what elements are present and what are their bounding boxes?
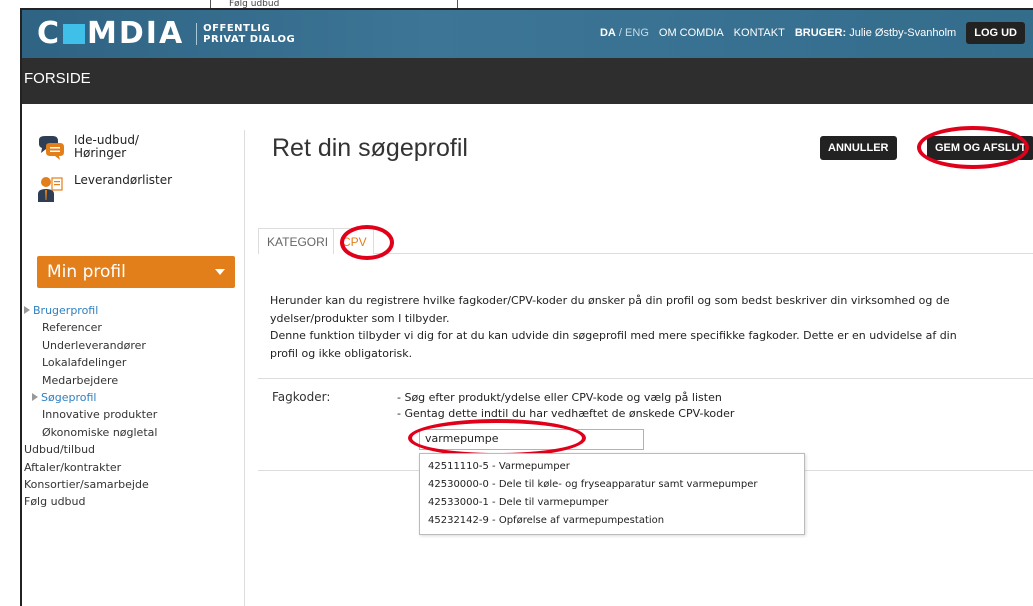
triangle-right-icon	[32, 393, 38, 402]
sidebar-item-folg-udbud[interactable]: Følg udbud	[24, 493, 157, 510]
suggestion-item[interactable]: 42511110-5 - Varmepumper	[420, 458, 804, 476]
comdia-logo[interactable]: C MDIA OFFENTLIG PRIVAT DIALOG	[37, 16, 295, 51]
sidebar-item-lokalafdelinger[interactable]: Lokalafdelinger	[24, 354, 157, 371]
description-text: Herunder kan du registrere hvilke fagkod…	[270, 294, 957, 360]
background-window-tab: Følg udbud	[210, 0, 458, 8]
suggestion-item[interactable]: 42533000-1 - Dele til varmepumper	[420, 494, 804, 512]
main-menu-bar: FORSIDE	[22, 58, 1033, 104]
sidebar-item-aftaler-kontrakter[interactable]: Aftaler/kontrakter	[24, 459, 157, 476]
logo-wordmark: C MDIA	[37, 16, 185, 51]
cancel-button[interactable]: ANNULLER	[820, 136, 897, 160]
chat-bubbles-icon	[36, 134, 66, 164]
autocomplete-dropdown: 42511110-5 - Varmepumper 42530000-0 - De…	[419, 453, 805, 535]
person-list-icon	[36, 174, 66, 204]
profile-menu: Brugerprofil Referencer Underleverandøre…	[24, 302, 157, 511]
lang-da-link[interactable]: DA	[600, 27, 616, 39]
instructions: - Søg efter produkt/ydelse eller CPV-kod…	[397, 391, 735, 420]
min-profil-dropdown[interactable]: Min profil	[37, 256, 235, 288]
sidebar-divider	[244, 130, 245, 606]
kontakt-link[interactable]: KONTAKT	[734, 27, 785, 39]
highlight-circle-save	[917, 126, 1029, 169]
sidebar-item-brugerprofil[interactable]: Brugerprofil	[24, 302, 157, 319]
forside-link[interactable]: FORSIDE	[24, 70, 91, 87]
sidebar-item-medarbejdere[interactable]: Medarbejdere	[24, 372, 157, 389]
suggestion-item[interactable]: 45232142-9 - Opførelse af varmepumpestat…	[420, 512, 804, 530]
tab-kategori[interactable]: KATEGORI	[258, 228, 334, 254]
browser-window: C MDIA OFFENTLIG PRIVAT DIALOG DA / ENG O…	[20, 8, 1033, 606]
sidebar: Ide-udbud/Høringer Leverandørlister Min …	[22, 104, 252, 606]
triangle-right-icon	[24, 306, 30, 314]
main-content: Ret din søgeprofil ANNULLER GEM OG AFSLU…	[256, 104, 1033, 606]
page-title: Ret din søgeprofil	[272, 134, 468, 162]
fagkoder-label: Fagkoder:	[272, 390, 331, 404]
lang-eng-link[interactable]: ENG	[625, 27, 649, 39]
sidebar-item-referencer[interactable]: Referencer	[24, 319, 157, 336]
quick-link-leverandorlister[interactable]: Leverandørlister	[36, 174, 172, 204]
sidebar-item-innovative-produkter[interactable]: Innovative produkter	[24, 406, 157, 423]
sidebar-item-underleverandorer[interactable]: Underleverandører	[24, 337, 157, 354]
om-comdia-link[interactable]: OM COMDIA	[659, 27, 724, 39]
highlight-circle-search	[408, 419, 586, 457]
caret-down-icon	[215, 269, 225, 275]
top-navigation: DA / ENG OM COMDIA KONTAKT BRUGER: Julie…	[600, 22, 1025, 44]
quick-links: Ide-udbud/Høringer Leverandørlister	[36, 134, 172, 214]
highlight-circle-cpv	[340, 225, 394, 260]
header-bar: C MDIA OFFENTLIG PRIVAT DIALOG DA / ENG O…	[22, 10, 1033, 58]
quick-link-ide-udbud[interactable]: Ide-udbud/Høringer	[36, 134, 172, 164]
sidebar-item-okonomiske-nogletal[interactable]: Økonomiske nøgletal	[24, 424, 157, 441]
section-divider	[258, 378, 1033, 379]
sidebar-item-konsortier-samarbejde[interactable]: Konsortier/samarbejde	[24, 476, 157, 493]
logout-button[interactable]: LOG UD	[966, 22, 1025, 44]
sidebar-item-udbud-tilbud[interactable]: Udbud/tilbud	[24, 441, 157, 458]
user-info: BRUGER: Julie Østby-Svanholm	[794, 27, 957, 39]
sidebar-item-sogeprofil[interactable]: Søgeprofil	[24, 389, 157, 406]
suggestion-item[interactable]: 42530000-0 - Dele til køle- og fryseappa…	[420, 476, 804, 494]
language-switcher: DA / ENG	[599, 27, 649, 39]
logo-tagline: OFFENTLIG PRIVAT DIALOG	[196, 23, 295, 45]
